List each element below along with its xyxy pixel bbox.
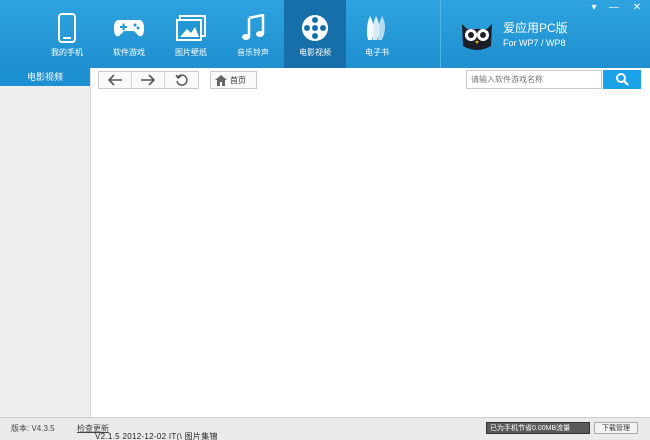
nav-label: 电影视频 <box>299 48 331 57</box>
version-label: 版本: V4.3.5 <box>11 424 55 433</box>
menu-dropdown-button[interactable]: ▾ <box>584 0 604 16</box>
window-controls: ▾ — ✕ <box>584 0 650 16</box>
nav-item-my-phone[interactable]: 我的手机 <box>36 0 98 68</box>
brand: 爱应用PC版 For WP7 / WP8 <box>458 16 568 54</box>
close-button[interactable]: ✕ <box>624 0 650 16</box>
search-button[interactable] <box>603 70 641 89</box>
nav-item-music-ringtones[interactable]: 音乐铃声 <box>222 0 284 68</box>
music-note-icon <box>236 12 270 44</box>
background-window-text: V2.1.5 2012-12-02 IT(\ 图片集锦 <box>95 432 218 440</box>
header-divider <box>440 0 441 68</box>
brand-text: 爱应用PC版 For WP7 / WP8 <box>503 21 568 49</box>
film-reel-icon <box>298 12 332 44</box>
nav-item-movies-videos[interactable]: 电影视频 <box>284 0 346 68</box>
browser-toolbar: 首页 <box>92 68 650 92</box>
home-button[interactable]: 首页 <box>210 71 257 89</box>
image-icon <box>174 12 208 44</box>
phone-icon <box>50 12 84 44</box>
forward-button[interactable] <box>132 72 165 88</box>
search-icon <box>615 73 629 86</box>
sidebar-item-movies-videos[interactable]: 电影视频 <box>0 68 90 86</box>
nav-item-software-games[interactable]: 软件游戏 <box>98 0 160 68</box>
gamepad-icon <box>112 12 146 44</box>
arrow-right-icon <box>141 74 156 86</box>
search-input[interactable] <box>467 71 601 88</box>
nav-label: 图片壁纸 <box>175 48 207 57</box>
traffic-saved-indicator: 已为手机节省0.00MB流量 <box>486 422 590 434</box>
home-icon <box>215 74 227 86</box>
brand-title: 爱应用PC版 <box>503 21 568 35</box>
nav-item-wallpapers[interactable]: 图片壁纸 <box>160 0 222 68</box>
nav-label: 我的手机 <box>51 48 83 57</box>
nav-label: 软件游戏 <box>113 48 145 57</box>
arrow-left-icon <box>107 74 122 86</box>
refresh-icon <box>174 74 188 86</box>
nav-item-ebooks[interactable]: 电子书 <box>346 0 408 68</box>
refresh-button[interactable] <box>165 72 198 88</box>
download-manager-button[interactable]: 下载管理 <box>594 422 638 434</box>
sidebar: 电影视频 <box>0 68 91 417</box>
book-icon <box>360 12 394 44</box>
search-box <box>466 70 602 89</box>
content-area <box>92 92 650 417</box>
home-label: 首页 <box>230 75 246 85</box>
navigation-buttons <box>98 71 199 89</box>
owl-logo <box>458 16 496 54</box>
brand-subtitle: For WP7 / WP8 <box>503 38 566 48</box>
back-button[interactable] <box>99 72 132 88</box>
nav-label: 音乐铃声 <box>237 48 269 57</box>
main-nav: 我的手机 软件游戏 图片壁纸 音乐铃声 电影视频 电子书 <box>36 0 408 68</box>
nav-label: 电子书 <box>365 48 389 57</box>
top-navigation-bar: 我的手机 软件游戏 图片壁纸 音乐铃声 电影视频 电子书 爱应用PC版 For … <box>0 0 650 68</box>
minimize-button[interactable]: — <box>604 0 624 16</box>
